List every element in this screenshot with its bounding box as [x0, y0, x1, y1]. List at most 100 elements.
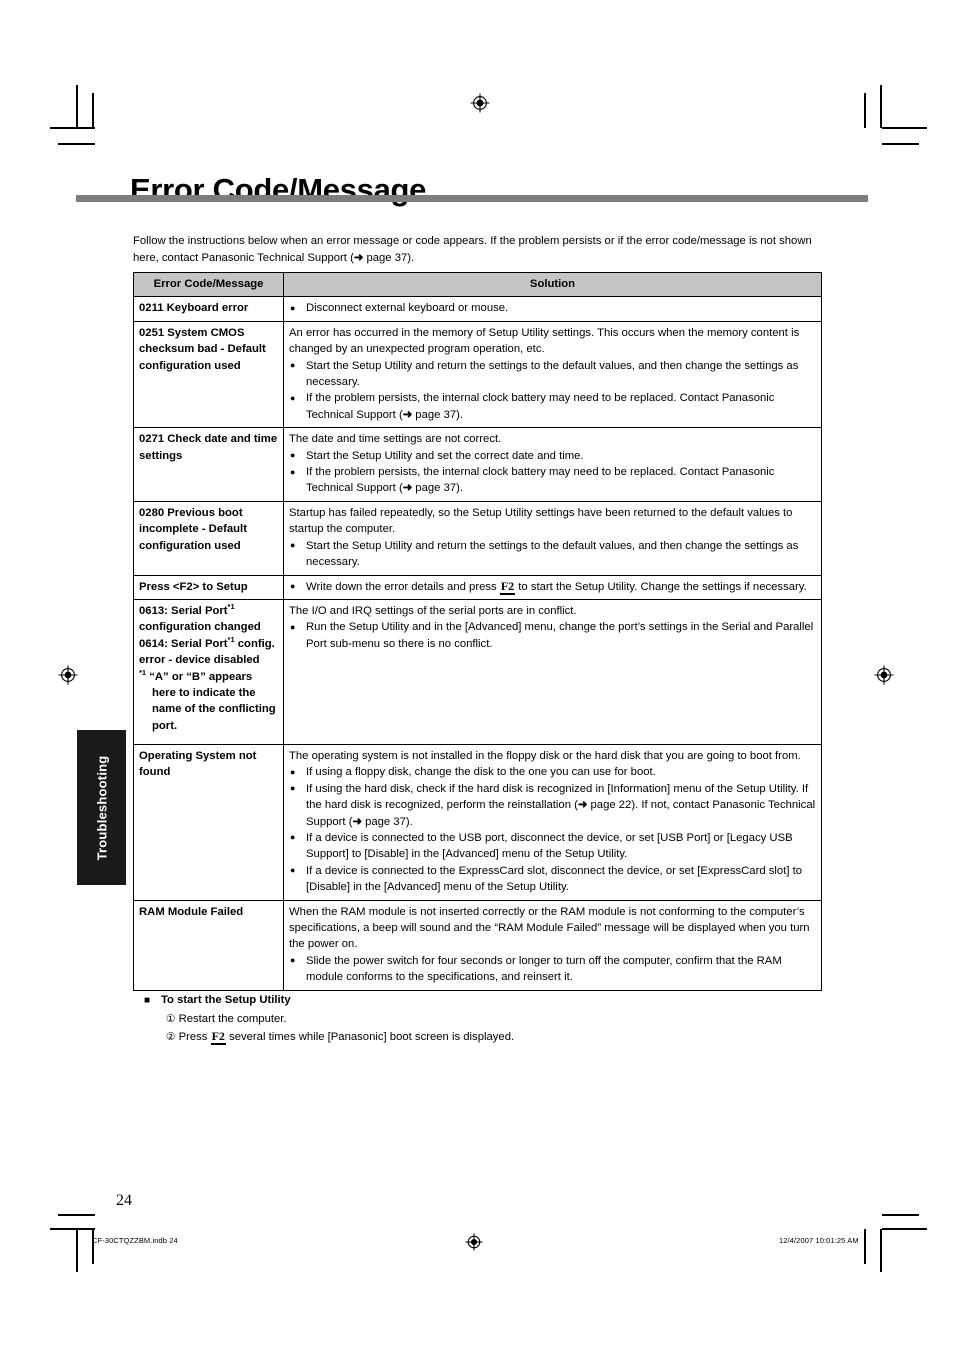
table-row: 0251 System CMOS checksum bad - Default … — [133, 320, 822, 429]
error-code-text: 0614: Serial Port — [139, 637, 228, 650]
cell-solution: The date and time settings are not corre… — [283, 427, 822, 502]
cell-solution: The operating system is not installed in… — [283, 743, 822, 901]
table-header-row: Error Code/Message Solution — [133, 271, 822, 298]
bullet-item: Disconnect external keyboard or mouse. — [289, 300, 816, 317]
error-code-text: configuration changed — [139, 621, 261, 634]
registration-mark-top — [470, 93, 490, 113]
bullet-item: Write down the error details and press F… — [289, 578, 816, 595]
solution-lead: The I/O and IRQ settings of the serial p… — [289, 604, 577, 617]
bullet-item: If using a floppy disk, change the disk … — [289, 764, 816, 781]
bullet-item: Start the Setup Utility and set the corr… — [289, 447, 816, 464]
table-row: Operating System not found The operating… — [133, 743, 822, 901]
crop-mark-tl-v2 — [92, 93, 94, 128]
key-f2-icon: F2 — [210, 1028, 226, 1045]
cell-solution: The I/O and IRQ settings of the serial p… — [283, 598, 822, 745]
cell-error-code: 0271 Check date and time settings — [133, 427, 284, 502]
cell-solution: When the RAM module is not inserted corr… — [283, 899, 822, 991]
footnote-text: “A” or “B” appears here to indicate the … — [149, 670, 276, 732]
arrow-icon: ➜ — [402, 408, 413, 421]
bullet-text-c: page 37). — [361, 815, 413, 828]
solution-lead: An error has occurred in the memory of S… — [289, 326, 800, 356]
intro-paragraph: Follow the instructions below when an er… — [133, 233, 823, 266]
setup-step: ① Restart the computer. — [166, 1011, 804, 1029]
key-f2-icon: F2 — [499, 578, 516, 595]
crop-mark-br-h2 — [882, 1214, 919, 1216]
table-row: 0211 Keyboard error Disconnect external … — [133, 296, 822, 322]
arrow-icon: ➜ — [352, 815, 362, 828]
footnote-block: *1 “A” or “B” appears here to indicate t… — [139, 669, 278, 735]
bullet-item: Slide the power switch for four seconds … — [289, 952, 816, 986]
page-number: 24 — [116, 1192, 132, 1209]
cell-error-code: 0613: Serial Port *1 configuration change… — [133, 598, 284, 745]
solution-bullets: Slide the power switch for four seconds … — [289, 952, 816, 986]
cell-error-code: RAM Module Failed — [133, 899, 284, 991]
solution-bullets: Start the Setup Utility and return the s… — [289, 357, 816, 424]
crop-mark-bl-v2 — [92, 1229, 94, 1264]
step-text-b: several times while [Panasonic] boot scr… — [225, 1030, 515, 1043]
arrow-icon: ➜ — [577, 799, 588, 812]
col-header-solution: Solution — [283, 271, 822, 298]
bullet-item: If a device is connected to the ExpressC… — [289, 862, 816, 896]
crop-mark-tr-v1 — [880, 85, 882, 128]
col-header-error-code: Error Code/Message — [133, 271, 284, 298]
solution-lead: When the RAM module is not inserted corr… — [289, 905, 810, 951]
solution-bullets: Disconnect external keyboard or mouse. — [289, 300, 816, 317]
setup-utility-heading: To start the Setup Utility — [144, 992, 804, 1009]
table-row: RAM Module Failed When the RAM module is… — [133, 899, 822, 991]
solution-bullets: Start the Setup Utility and set the corr… — [289, 447, 816, 497]
registration-mark-left — [58, 665, 78, 685]
bullet-text-b: page 37). — [412, 482, 464, 495]
crop-mark-bl-h2 — [58, 1214, 95, 1216]
cell-error-code: 0280 Previous boot incomplete - Default … — [133, 500, 284, 576]
arrow-icon: ➜ — [353, 251, 364, 264]
crop-mark-br-h1 — [882, 1228, 927, 1230]
solution-bullets: If using a floppy disk, change the disk … — [289, 764, 816, 895]
step-text: Restart the computer. — [178, 1013, 287, 1025]
solution-bullets: Start the Setup Utility and return the s… — [289, 537, 816, 571]
bullet-text-a: Write down the error details and press — [306, 580, 500, 593]
footnote-marker: *1 — [139, 667, 147, 677]
cell-error-code: Press <F2> to Setup — [133, 574, 284, 600]
cell-solution: Write down the error details and press F… — [283, 574, 822, 600]
crop-mark-tr-h2 — [882, 143, 919, 145]
bullet-item: Start the Setup Utility and return the s… — [289, 537, 816, 571]
error-code-table: Error Code/Message Solution 0211 Keyboar… — [133, 271, 822, 991]
crop-mark-tr-h1 — [882, 127, 927, 129]
bullet-item: Run the Setup Utility and in the [Advanc… — [289, 619, 816, 652]
crop-mark-bl-h1 — [50, 1228, 95, 1230]
crop-mark-br-v1 — [880, 1229, 882, 1272]
crop-mark-tr-v2 — [864, 93, 866, 128]
registration-mark-bottom — [465, 1233, 485, 1253]
registration-mark-right — [874, 665, 894, 685]
cell-error-code: Operating System not found — [133, 743, 284, 901]
table-row: 0613: Serial Port *1 configuration change… — [133, 598, 822, 745]
cell-solution: Disconnect external keyboard or mouse. — [283, 296, 822, 322]
cell-solution: An error has occurred in the memory of S… — [283, 320, 822, 429]
crop-mark-tl-v1 — [76, 85, 78, 128]
solution-lead: Startup has failed repeatedly, so the Se… — [289, 506, 793, 536]
solution-lead: The operating system is not installed in… — [289, 749, 801, 762]
crop-mark-br-v2 — [864, 1229, 866, 1264]
solution-bullets: Write down the error details and press F… — [289, 578, 816, 595]
table-row: Press <F2> to Setup Write down the error… — [133, 574, 822, 600]
bullet-item: If the problem persists, the internal cl… — [289, 390, 816, 423]
solution-lead: The date and time settings are not corre… — [289, 433, 502, 446]
bullet-item: Start the Setup Utility and return the s… — [289, 357, 816, 391]
step-text-a: Press — [178, 1030, 211, 1043]
cell-solution: Startup has failed repeatedly, so the Se… — [283, 500, 822, 576]
step-number: ① — [166, 1013, 176, 1025]
bullet-text-a: If the problem persists, the internal cl… — [306, 392, 775, 421]
step-number: ② — [166, 1030, 176, 1043]
cell-error-code: 0211 Keyboard error — [133, 296, 284, 322]
bullet-text-b: to start the Setup Utility. Change the s… — [515, 580, 807, 593]
error-code-text: 0613: Serial Port — [139, 604, 228, 617]
intro-text-b: page 37). — [363, 251, 415, 264]
thumb-tab-troubleshooting: Troubleshooting — [77, 730, 126, 885]
thumb-tab-label: Troubleshooting — [94, 755, 109, 860]
footnote-marker: *1 — [227, 634, 235, 644]
bullet-item: If a device is connected to the USB port… — [289, 829, 816, 863]
bullet-item: If the problem persists, the internal cl… — [289, 464, 816, 497]
bullet-text-a: If the problem persists, the internal cl… — [306, 466, 775, 495]
solution-bullets: Run the Setup Utility and in the [Advanc… — [289, 619, 816, 652]
setup-utility-steps: ① Restart the computer. ② Press F2 sever… — [144, 1011, 804, 1046]
